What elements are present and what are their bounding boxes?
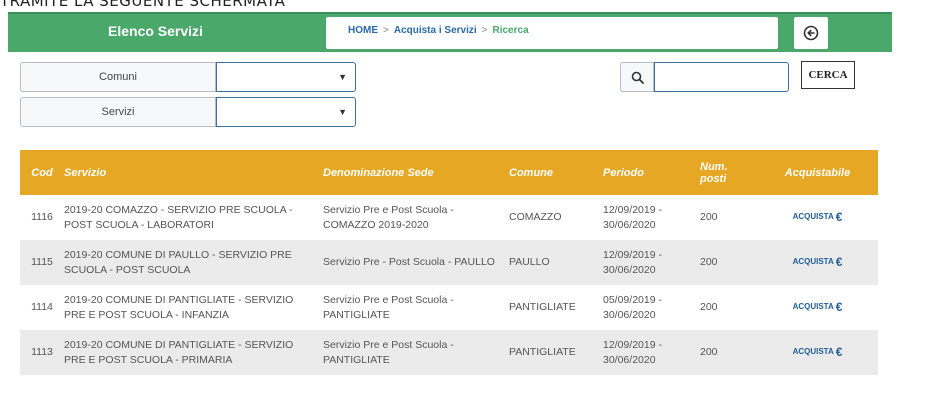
cell-sede: Servizio Pre e Post Scuola - PANTIGLIATE xyxy=(323,294,454,321)
cell-cod: 1116 xyxy=(31,211,53,224)
header-bar: Elenco Servizi HOME > Acquista i Servizi > R… xyxy=(8,12,892,52)
cell-servizio: 2019-20 COMUNE DI PANTIGLIATE - SERVIZIO… xyxy=(64,339,294,366)
euro-icon: € xyxy=(835,210,843,225)
search-icon-box[interactable] xyxy=(620,62,654,92)
comuni-label: Comuni xyxy=(20,62,216,92)
chevron-down-icon: ▼ xyxy=(338,107,347,117)
cell-comune: COMAZZO xyxy=(509,211,562,224)
cell-periodo: 05/09/2019 - 30/06/2020 xyxy=(603,294,662,321)
cell-num-posti: 200 xyxy=(700,256,718,269)
col-header-acquistabile: Acquistabile xyxy=(784,166,851,179)
cell-num-posti: 200 xyxy=(700,346,718,359)
breadcrumb-current: Ricerca xyxy=(492,25,529,36)
col-header-num-posti: Num. posti xyxy=(700,160,728,185)
cell-servizio: 2019-20 COMAZZO - SERVIZIO PRE SCUOLA - … xyxy=(64,204,293,231)
search-input[interactable] xyxy=(654,62,789,92)
cell-cod: 1115 xyxy=(31,256,53,269)
euro-icon: € xyxy=(835,255,843,270)
breadcrumb-separator: > xyxy=(481,25,488,36)
back-button[interactable] xyxy=(794,17,828,49)
cell-cod: 1113 xyxy=(31,346,53,359)
table-row: 1113 2019-20 COMUNE DI PANTIGLIATE - SER… xyxy=(20,330,878,375)
acquista-link[interactable]: ACQUISTA € xyxy=(793,209,843,225)
table-header: Cod Servizio Denominazione Sede Comune P… xyxy=(20,150,878,195)
cell-periodo: 12/09/2019 - 30/06/2020 xyxy=(603,204,662,231)
cell-sede: Servizio Pre e Post Scuola - COMAZZO 201… xyxy=(323,204,454,231)
cell-num-posti: 200 xyxy=(700,301,718,314)
top-caption: TRAMITE LA SEGUENTE SCHERMATA xyxy=(0,0,934,12)
col-header-comune: Comune xyxy=(509,166,553,179)
comuni-select[interactable]: ▼ xyxy=(216,62,356,92)
breadcrumb-separator: > xyxy=(383,25,389,36)
breadcrumb-home[interactable]: HOME xyxy=(348,25,378,36)
table-row: 1116 2019-20 COMAZZO - SERVIZIO PRE SCUO… xyxy=(20,195,878,240)
euro-icon: € xyxy=(835,300,843,315)
breadcrumb-acquista[interactable]: Acquista i Servizi xyxy=(394,25,477,36)
cell-periodo: 12/09/2019 - 30/06/2020 xyxy=(603,339,662,366)
acquista-label: ACQUISTA xyxy=(792,257,834,267)
servizi-select[interactable]: ▼ xyxy=(216,97,356,127)
cell-periodo: 12/09/2019 - 30/06/2020 xyxy=(603,249,662,276)
cell-servizio: 2019-20 COMUNE DI PANTIGLIATE - SERVIZIO… xyxy=(64,294,294,321)
acquista-link[interactable]: ACQUISTA € xyxy=(793,299,843,315)
acquista-label: ACQUISTA xyxy=(792,302,834,312)
cell-sede: Servizio Pre - Post Scuola - PAULLO xyxy=(323,256,495,269)
servizi-label: Servizi xyxy=(20,97,216,127)
cell-acquistabile: ACQUISTA € xyxy=(765,240,870,285)
top-caption-text: TRAMITE LA SEGUENTE SCHERMATA xyxy=(0,0,286,10)
table-row: 1114 2019-20 COMUNE DI PANTIGLIATE - SER… xyxy=(20,285,878,330)
col-header-sede: Denominazione Sede xyxy=(323,166,434,179)
breadcrumb: HOME > Acquista i Servizi > Ricerca xyxy=(326,17,778,49)
circle-arrow-left-icon xyxy=(803,25,819,41)
table-row: 1115 2019-20 COMUNE DI PAULLO - SERVIZIO… xyxy=(20,240,878,285)
acquista-label: ACQUISTA xyxy=(792,347,834,357)
chevron-down-icon: ▼ xyxy=(338,72,347,82)
acquista-link[interactable]: ACQUISTA € xyxy=(793,254,843,270)
col-header-periodo: Periodo xyxy=(603,166,644,179)
cell-comune: PANTIGLIATE xyxy=(509,301,576,314)
cell-comune: PAULLO xyxy=(509,256,550,269)
col-header-cod: Cod xyxy=(31,166,53,179)
cell-num-posti: 200 xyxy=(700,211,718,224)
cell-comune: PANTIGLIATE xyxy=(509,346,576,359)
search-icon xyxy=(631,71,644,84)
acquista-link[interactable]: ACQUISTA € xyxy=(793,344,843,360)
acquista-label: ACQUISTA xyxy=(792,212,834,222)
cell-acquistabile: ACQUISTA € xyxy=(765,285,870,330)
services-table: Cod Servizio Denominazione Sede Comune P… xyxy=(20,150,878,375)
cell-sede: Servizio Pre e Post Scuola - PANTIGLIATE xyxy=(323,339,454,366)
cerca-button[interactable]: CERCA xyxy=(801,61,855,89)
col-header-servizio: Servizio xyxy=(64,166,107,179)
euro-icon: € xyxy=(835,345,843,360)
page-title: Elenco Servizi xyxy=(108,23,203,39)
cell-acquistabile: ACQUISTA € xyxy=(765,330,870,375)
cell-acquistabile: ACQUISTA € xyxy=(765,195,870,240)
cell-cod: 1114 xyxy=(31,301,53,314)
cell-servizio: 2019-20 COMUNE DI PAULLO - SERVIZIO PRE … xyxy=(64,249,292,276)
